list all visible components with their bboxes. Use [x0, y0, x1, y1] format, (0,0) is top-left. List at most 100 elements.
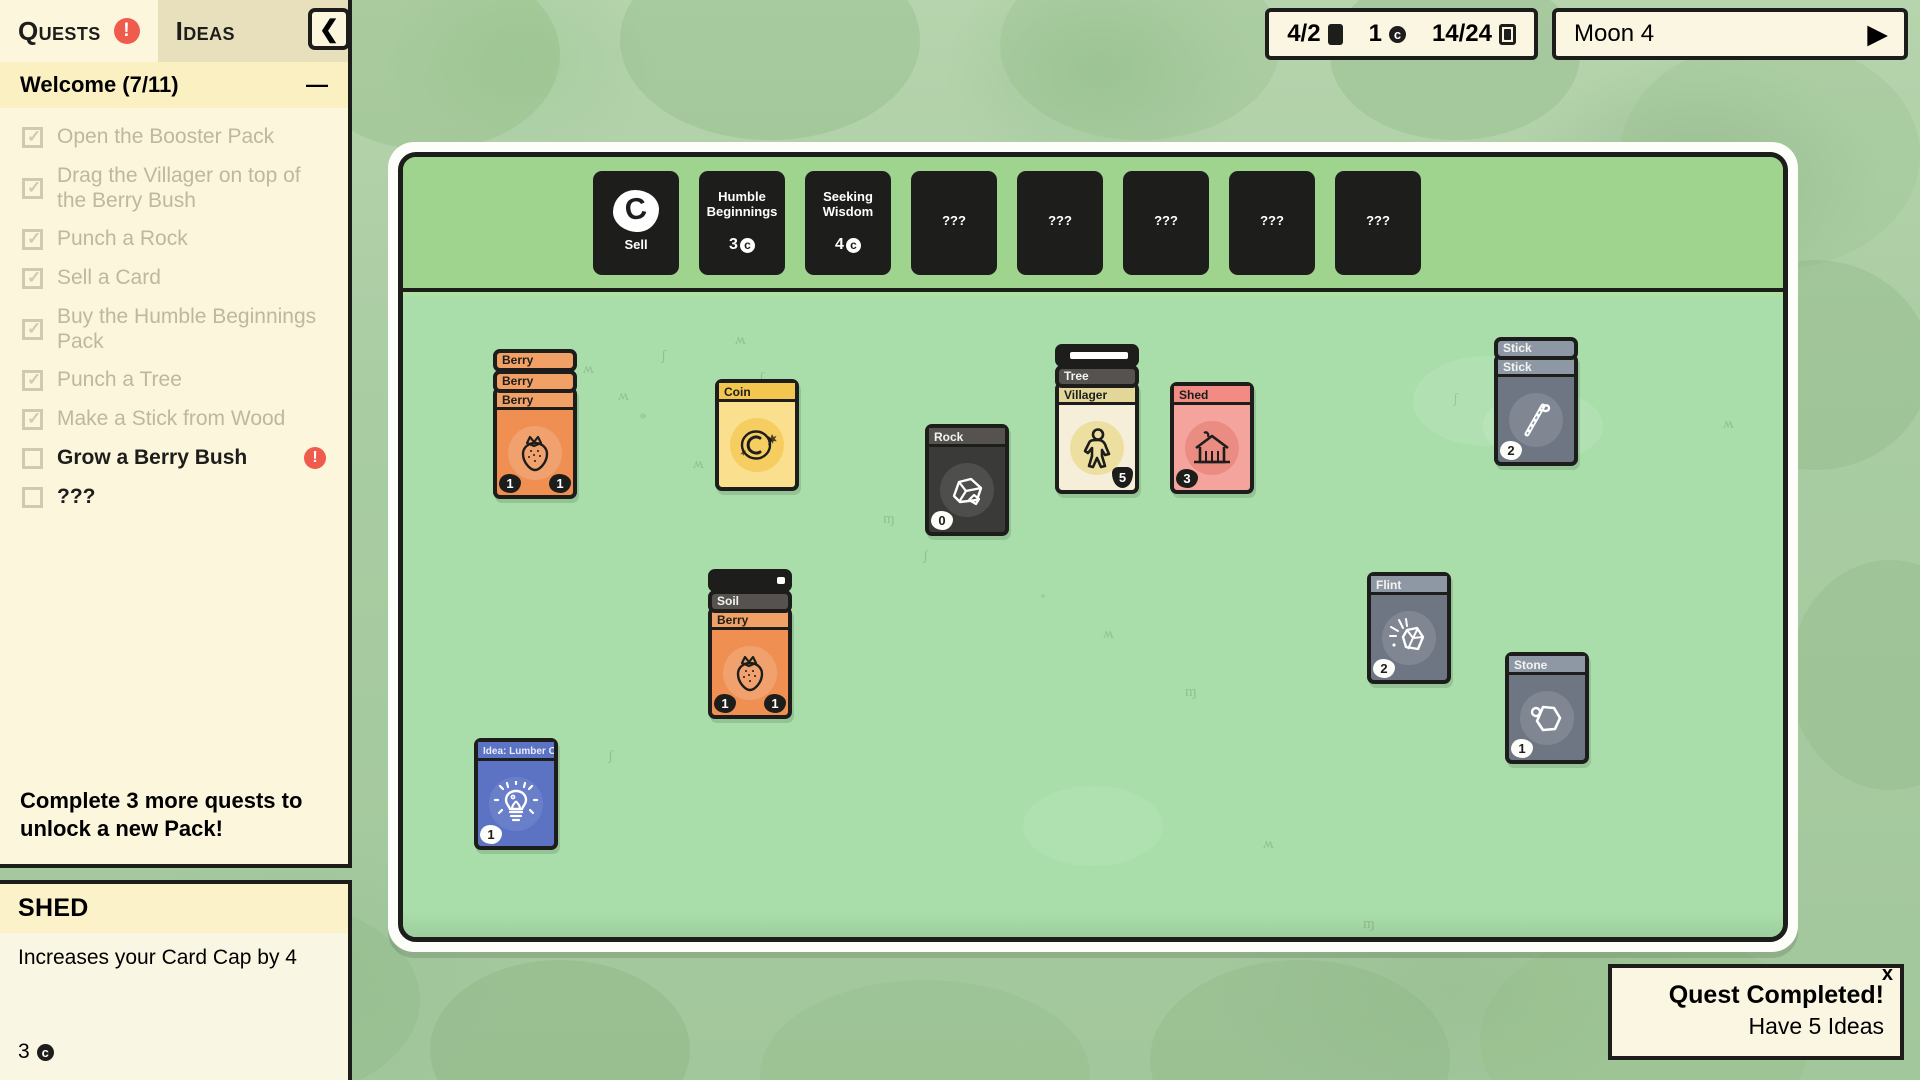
card-cap-icon: [1499, 23, 1516, 45]
quest-item[interactable]: ✓ Drag the Villager on top of the Berry B…: [16, 157, 332, 221]
checkbox-checked-icon: ✓: [22, 267, 43, 289]
quest-label: Sell a Card: [57, 266, 161, 290]
toast-title: Quest Completed!: [1668, 980, 1884, 1009]
locked-pack-slot[interactable]: ???: [1229, 170, 1315, 275]
coin-icon: c: [845, 237, 861, 253]
stat-card-cap-value: 14/24: [1431, 20, 1492, 47]
card-body: 2: [1498, 377, 1574, 462]
stacked-card-label: Tree: [1064, 369, 1089, 383]
toast-subtitle: Have 5 Ideas: [1748, 1013, 1884, 1039]
stacked-card-hidden-bar[interactable]: [1055, 344, 1139, 367]
info-panel-title: SHED: [0, 884, 348, 933]
stacked-card-label: Berry: [502, 353, 534, 367]
top-hud: 4/2 1 c 14/24 Moon 4 ▶: [1265, 8, 1908, 60]
minus-icon: —: [306, 72, 328, 97]
sell-card-slot[interactable]: C Sell: [593, 170, 679, 275]
quest-item[interactable]: ✓ Make a Stick from Wood: [16, 400, 332, 439]
sidebar-collapse-button[interactable]: ❮: [308, 8, 350, 50]
card-body: 11: [497, 410, 573, 495]
quest-label: Grow a Berry Bush: [57, 445, 248, 469]
card-body: [719, 402, 795, 487]
coin-icon: c: [739, 237, 755, 253]
board-card[interactable]: Rock 0: [925, 424, 1009, 536]
quest-item[interactable]: ???: [16, 478, 332, 517]
quest-item[interactable]: Grow a Berry Bush!: [16, 439, 332, 478]
coin-icon: [730, 417, 784, 472]
quest-list: ✓ Open the Booster Pack ✓ Drag the Villager…: [0, 108, 348, 773]
quest-label: Drag the Villager on top of the Berry Bu…: [57, 163, 301, 212]
pack-card[interactable]: Seeking Wisdom 4 c: [805, 170, 891, 275]
locked-label: ???: [1048, 213, 1072, 229]
tab-quests[interactable]: Quests !: [0, 0, 158, 62]
coin-icon: c: [1388, 25, 1406, 43]
card-body: 5: [1059, 405, 1135, 490]
card-value-badge: 1: [764, 694, 786, 713]
stick-icon: [1509, 392, 1563, 447]
info-panel-cost: 3 c: [0, 1040, 348, 1080]
pack-name: Seeking Wisdom: [822, 189, 874, 220]
stacked-card-header[interactable]: Soil: [708, 590, 792, 613]
quest-label: Punch a Rock: [57, 227, 188, 251]
checkbox-checked-icon: ✓: [22, 126, 43, 148]
locked-label: ???: [942, 213, 966, 229]
card-count-badge: 2: [1500, 441, 1522, 460]
pack-price-value: 4: [835, 236, 844, 254]
checkbox-empty-icon: [22, 447, 43, 469]
board-card[interactable]: Tree Villager 5: [1055, 344, 1139, 494]
card-count-badge: 1: [499, 474, 521, 493]
quest-item[interactable]: ✓ Buy the Humble Beginnings Pack: [16, 298, 332, 362]
lightbulb-icon: [489, 776, 543, 831]
quest-group-header[interactable]: Welcome (7/11) —: [0, 62, 348, 108]
shop-strip: C Sell Humble Beginnings 3 c Seeking Wisdom 4 c…: [403, 157, 1783, 292]
checkbox-checked-icon: ✓: [22, 178, 43, 200]
card-count-badge: 1: [1511, 739, 1533, 758]
quest-item[interactable]: ✓ Sell a Card: [16, 259, 332, 298]
moon-label: Moon 4: [1574, 20, 1655, 47]
stacked-card-hidden-bar[interactable]: [708, 569, 792, 592]
stacked-card-header[interactable]: Stick: [1494, 337, 1578, 360]
locked-pack-slot[interactable]: ???: [911, 170, 997, 275]
stacked-card-header[interactable]: Tree: [1055, 365, 1139, 388]
board-card[interactable]: Berry Berry Berry 1 1: [493, 349, 577, 499]
quest-item[interactable]: ✓ Punch a Tree: [16, 361, 332, 400]
card-table: C Sell Humble Beginnings 3 c Seeking Wisdom 4 c…: [388, 142, 1798, 952]
stacked-card-header[interactable]: Berry: [493, 349, 577, 372]
quest-item[interactable]: ✓ Punch a Rock: [16, 220, 332, 259]
play-icon[interactable]: ▶: [1867, 19, 1888, 50]
chevron-left-icon: ❮: [318, 15, 340, 43]
board-card[interactable]: Flint 2: [1367, 572, 1451, 684]
quest-label: Open the Booster Pack: [57, 125, 275, 148]
checkbox-checked-icon: ✓: [22, 229, 43, 251]
quest-group-title: Welcome (7/11): [20, 72, 179, 97]
board-card[interactable]: Stick Stick 2: [1494, 337, 1578, 466]
pack-price: 4c: [835, 236, 861, 254]
quest-label: Buy the Humble Beginnings Pack: [57, 304, 317, 353]
checkbox-checked-icon: ✓: [22, 319, 43, 341]
board-card[interactable]: Soil Berry 1 1: [708, 569, 792, 719]
card-title: Berry: [497, 391, 573, 410]
close-icon[interactable]: x: [1882, 964, 1893, 984]
board-card[interactable]: Idea: Lumber Camp 1: [474, 738, 558, 850]
board-card[interactable]: Shed 3: [1170, 382, 1254, 494]
board-card[interactable]: Coin: [715, 379, 799, 491]
locked-label: ???: [1154, 213, 1178, 229]
locked-pack-slot[interactable]: ???: [1017, 170, 1103, 275]
card-title: Rock: [929, 428, 1005, 447]
pack-price: 3c: [729, 236, 755, 254]
board-area[interactable]: ʍ ʍ ʃ ʍ ʃ ʍ ɱ ʃ ʍ ɱ ʍ ʃ ɱ ʃ ʍ ɱ ʃ BerryB…: [403, 296, 1783, 937]
unlock-note: Complete 3 more quests to unlock a new P…: [20, 788, 303, 841]
locked-pack-slot[interactable]: ???: [1123, 170, 1209, 275]
flint-icon: [1382, 610, 1436, 665]
stat-coins: 1 c: [1369, 20, 1406, 48]
card-title: Stick: [1498, 358, 1574, 377]
info-panel-description: Increases your Card Cap by 4: [18, 946, 297, 969]
board-card[interactable]: Stone 1: [1505, 652, 1589, 764]
locked-pack-slot[interactable]: ???: [1335, 170, 1421, 275]
sell-label: Sell: [624, 237, 648, 253]
stat-card-cap: 14/24: [1432, 20, 1516, 48]
stacked-card-header[interactable]: Berry: [493, 370, 577, 393]
pack-card[interactable]: Humble Beginnings 3 c: [699, 170, 785, 275]
quest-item[interactable]: ✓ Open the Booster Pack: [16, 118, 332, 157]
card-title: Villager: [1059, 386, 1135, 405]
moon-timer-bar[interactable]: Moon 4 ▶: [1552, 8, 1908, 60]
